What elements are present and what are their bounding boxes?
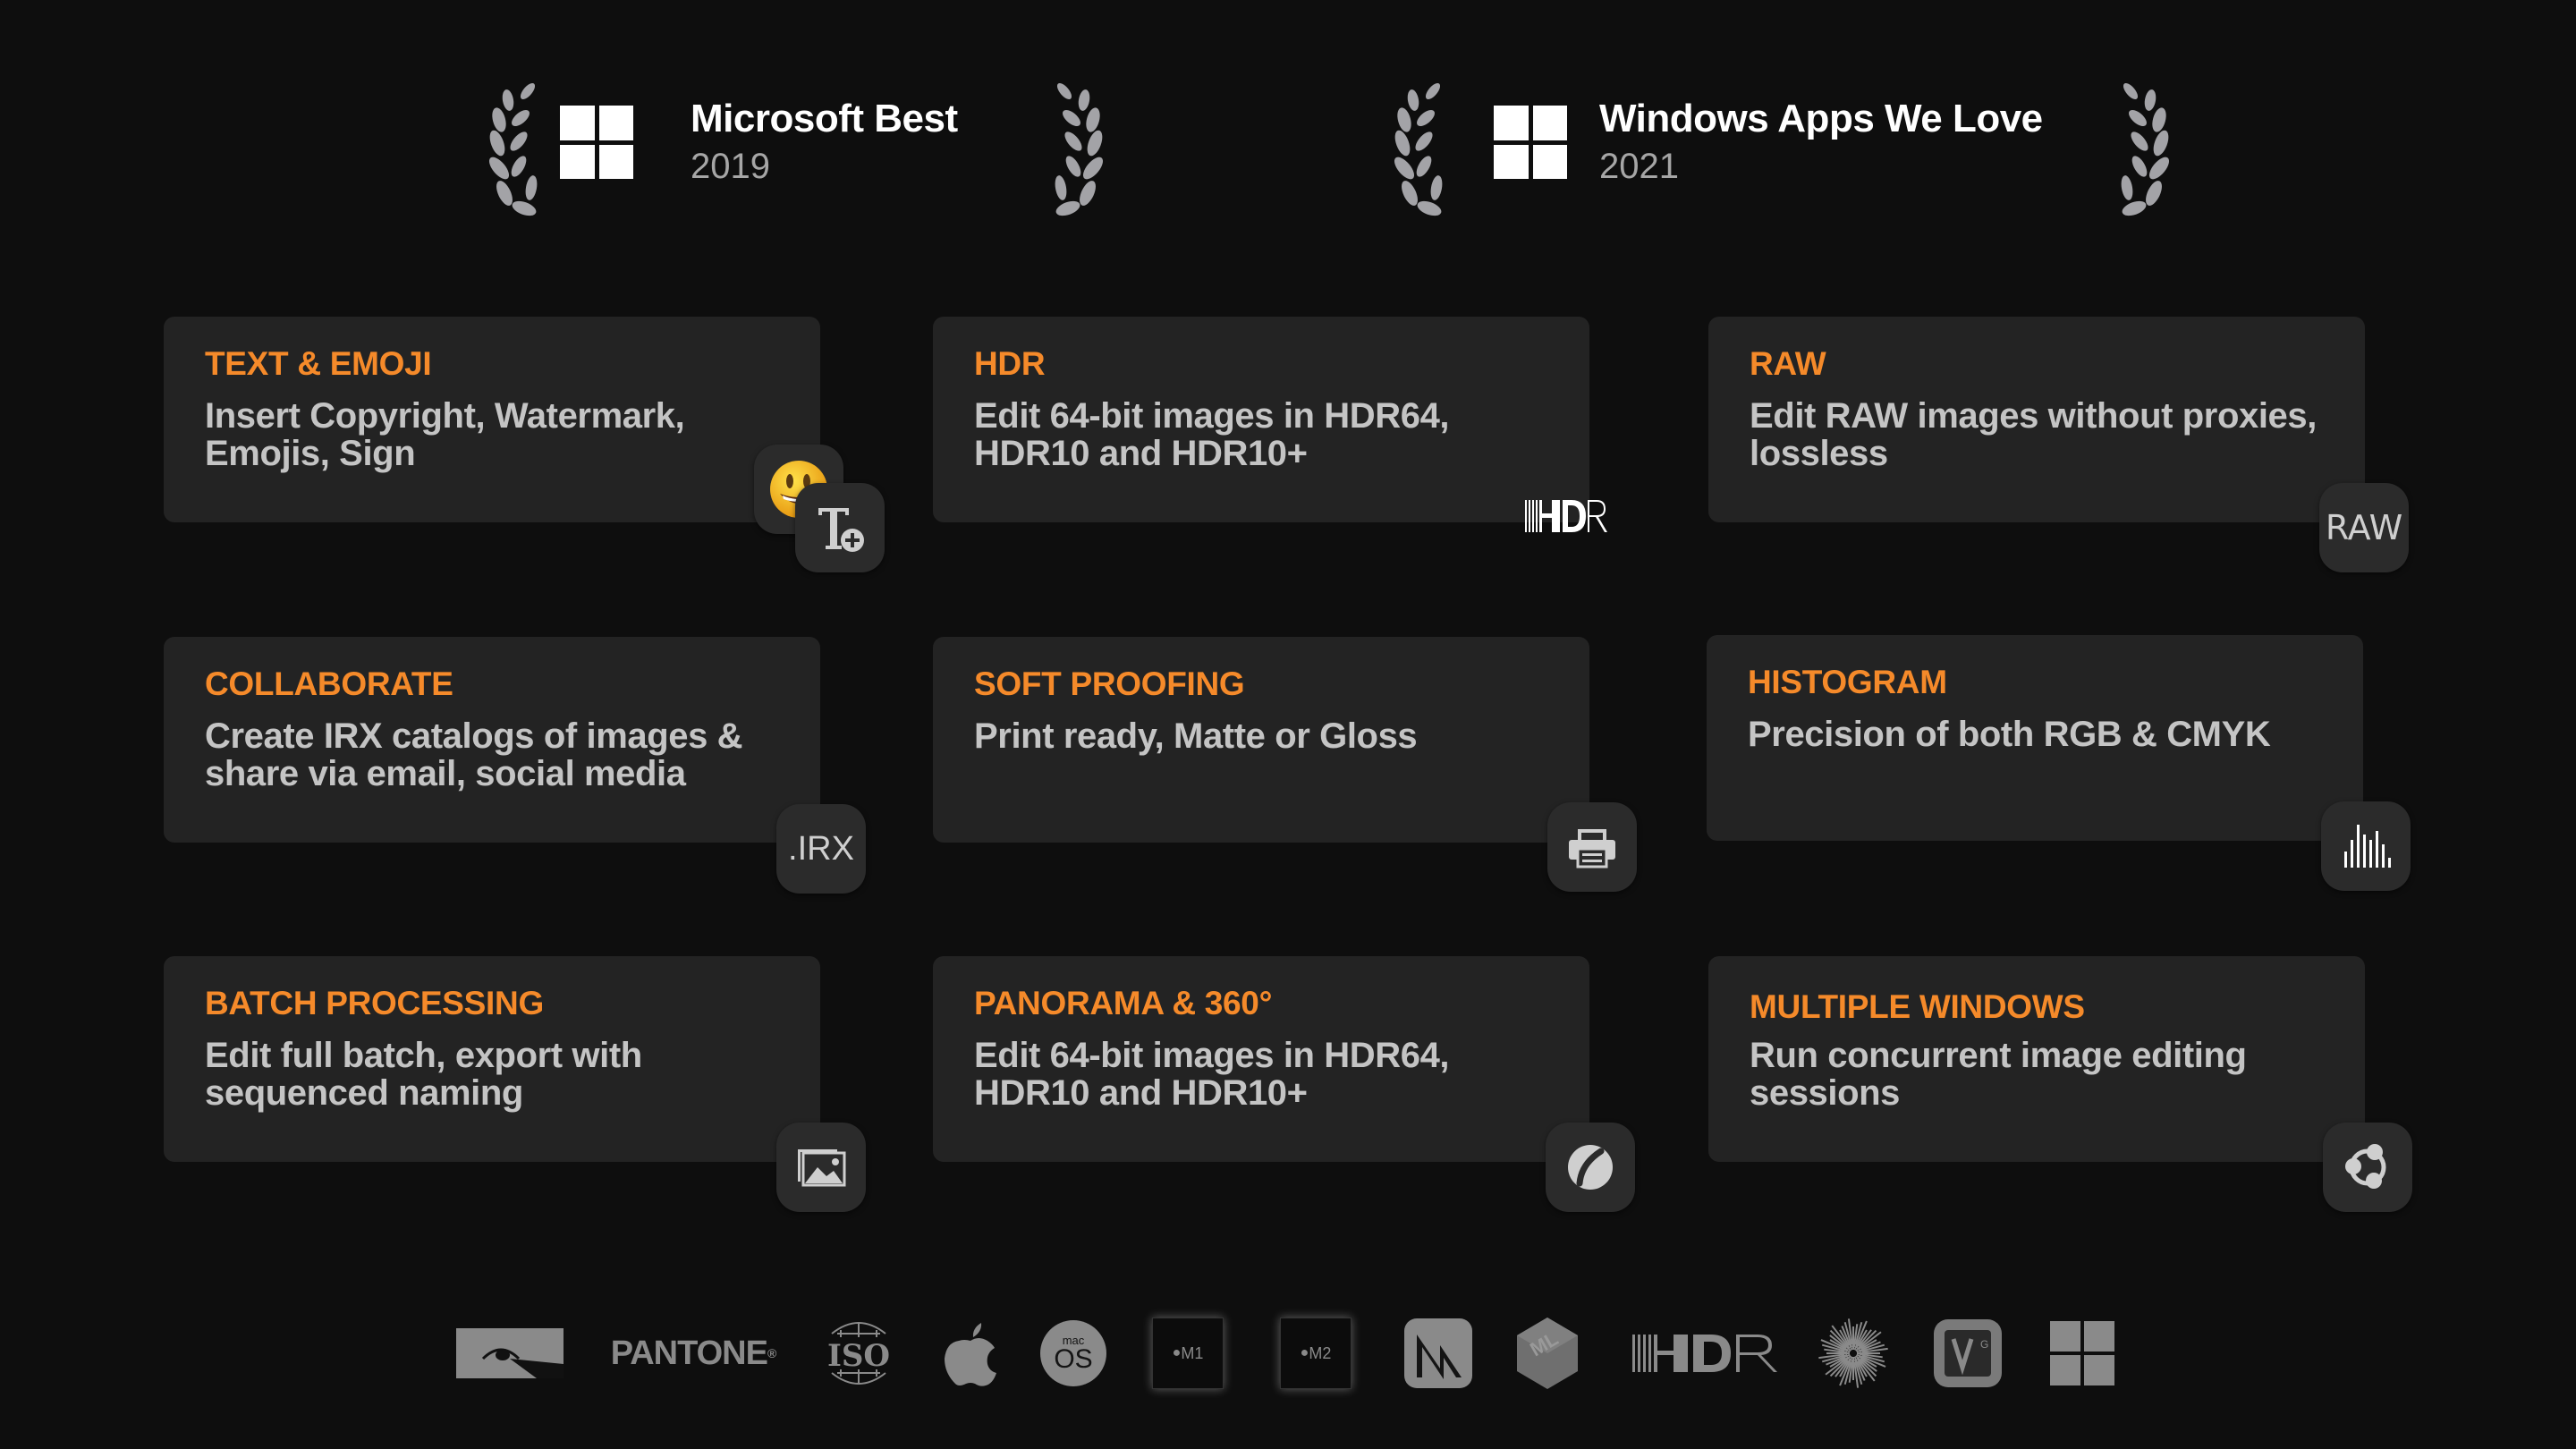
histogram-icon [2344,825,2391,868]
feature-description: Edit RAW images without proxies, lossles… [1750,396,2317,473]
panorama-sphere-icon [1568,1145,1613,1190]
m2-label: M2 [1309,1343,1332,1362]
eye-logo [456,1313,564,1394]
starburst-logo [1816,1313,1891,1394]
printer-badge [1547,802,1637,892]
metal-logo [1402,1313,1474,1394]
panorama-badge [1546,1123,1635,1212]
laurel-right-icon [2121,82,2170,216]
pantone-logo: PANTONE ® [608,1313,778,1394]
apple-mini-icon: ● [1172,1345,1182,1360]
macos-logo: mac OS [1038,1313,1109,1394]
feature-card-hdr: HDR Edit 64-bit images in HDR64, HDR10 a… [933,317,1589,522]
feature-title: RAW [1750,345,1826,382]
feature-title: HISTOGRAM [1748,664,1947,700]
feature-description: Edit 64-bit images in HDR64, HDR10 and H… [974,1036,1450,1113]
histogram-badge [2321,801,2411,891]
feature-card-batch-processing: BATCH PROCESSING Edit full batch, export… [164,956,820,1162]
iso-label: ISO [827,1338,890,1374]
text-add-icon [818,508,864,552]
feature-title: HDR [974,345,1046,382]
raw-badge: RAW [2319,483,2409,572]
m2-chip-logo: ● M2 [1278,1313,1353,1394]
printer-icon [1569,829,1615,869]
images-badge [776,1123,866,1212]
share-badge [2323,1123,2412,1212]
pantone-label: PANTONE [610,1334,768,1372]
feature-card-text-emoji: TEXT & EMOJI Insert Copyright, Watermark… [164,317,820,522]
laurel-left-icon [488,82,538,216]
feature-card-collaborate: COLLABORATE Create IRX catalogs of image… [164,637,820,843]
feature-title: TEXT & EMOJI [205,345,432,382]
award-title: Windows Apps We Love [1599,97,2043,140]
text-add-badge [795,483,885,572]
award-windows-apps-we-love: Windows Apps We Love 2021 [1386,72,2191,224]
share-nodes-icon [2345,1144,2386,1189]
windows-logo-icon [1494,106,1567,179]
feature-description: Print ready, Matte or Gloss [974,716,1418,756]
laurel-right-icon [1055,82,1104,216]
vg-sup-label: G [1980,1338,1988,1351]
images-icon [798,1149,846,1187]
feature-card-soft-proofing: SOFT PROOFING Print ready, Matte or Glos… [933,637,1589,843]
feature-title: SOFT PROOFING [974,665,1245,702]
feature-title: BATCH PROCESSING [205,985,544,1021]
feature-description: Edit full batch, export with sequenced n… [205,1036,642,1113]
windows-logo-icon [560,106,633,179]
award-year: 2019 [691,147,770,186]
feature-title: PANORAMA & 360° [974,985,1273,1021]
m1-chip-logo: ● M1 [1150,1313,1225,1394]
hdr-logo [1632,1313,1780,1394]
award-microsoft-best: Microsoft Best 2019 [483,72,1109,224]
feature-card-raw: RAW Edit RAW images without proxies, los… [1708,317,2365,522]
feature-title: COLLABORATE [205,665,453,702]
feature-description: Edit 64-bit images in HDR64, HDR10 and H… [974,396,1450,473]
apple-logo [939,1313,1002,1394]
feature-description: Insert Copyright, Watermark, Emojis, Sig… [205,396,685,473]
registered-mark: ® [767,1346,776,1360]
feature-description: Create IRX catalogs of images & share vi… [205,716,743,793]
irx-badge: .IRX [776,804,866,894]
feature-title: MULTIPLE WINDOWS [1750,988,2085,1025]
apple-mini-icon: ● [1300,1345,1309,1360]
vg-chip-logo: G [1930,1313,2005,1394]
windows-logo [2048,1313,2116,1394]
m1-label: M1 [1181,1343,1204,1362]
feature-description: Run concurrent image editing sessions [1750,1036,2247,1113]
iso-logo: ISO [814,1313,903,1394]
macos-bottom-label: OS [1054,1343,1093,1374]
feature-card-multiple-windows: MULTIPLE WINDOWS Run concurrent image ed… [1708,956,2365,1162]
feature-card-histogram: HISTOGRAM Precision of both RGB & CMYK [1707,635,2363,841]
award-year: 2021 [1599,147,1679,186]
feature-card-panorama: PANORAMA & 360° Edit 64-bit images in HD… [933,956,1589,1162]
raw-icon: RAW [2325,508,2403,547]
laurel-left-icon [1394,82,1443,216]
irx-icon: .IRX [788,829,854,868]
feature-description: Precision of both RGB & CMYK [1748,715,2271,754]
coreml-logo: ML [1512,1313,1583,1394]
hdr-logo-icon [1525,498,1607,534]
award-title: Microsoft Best [691,97,958,140]
